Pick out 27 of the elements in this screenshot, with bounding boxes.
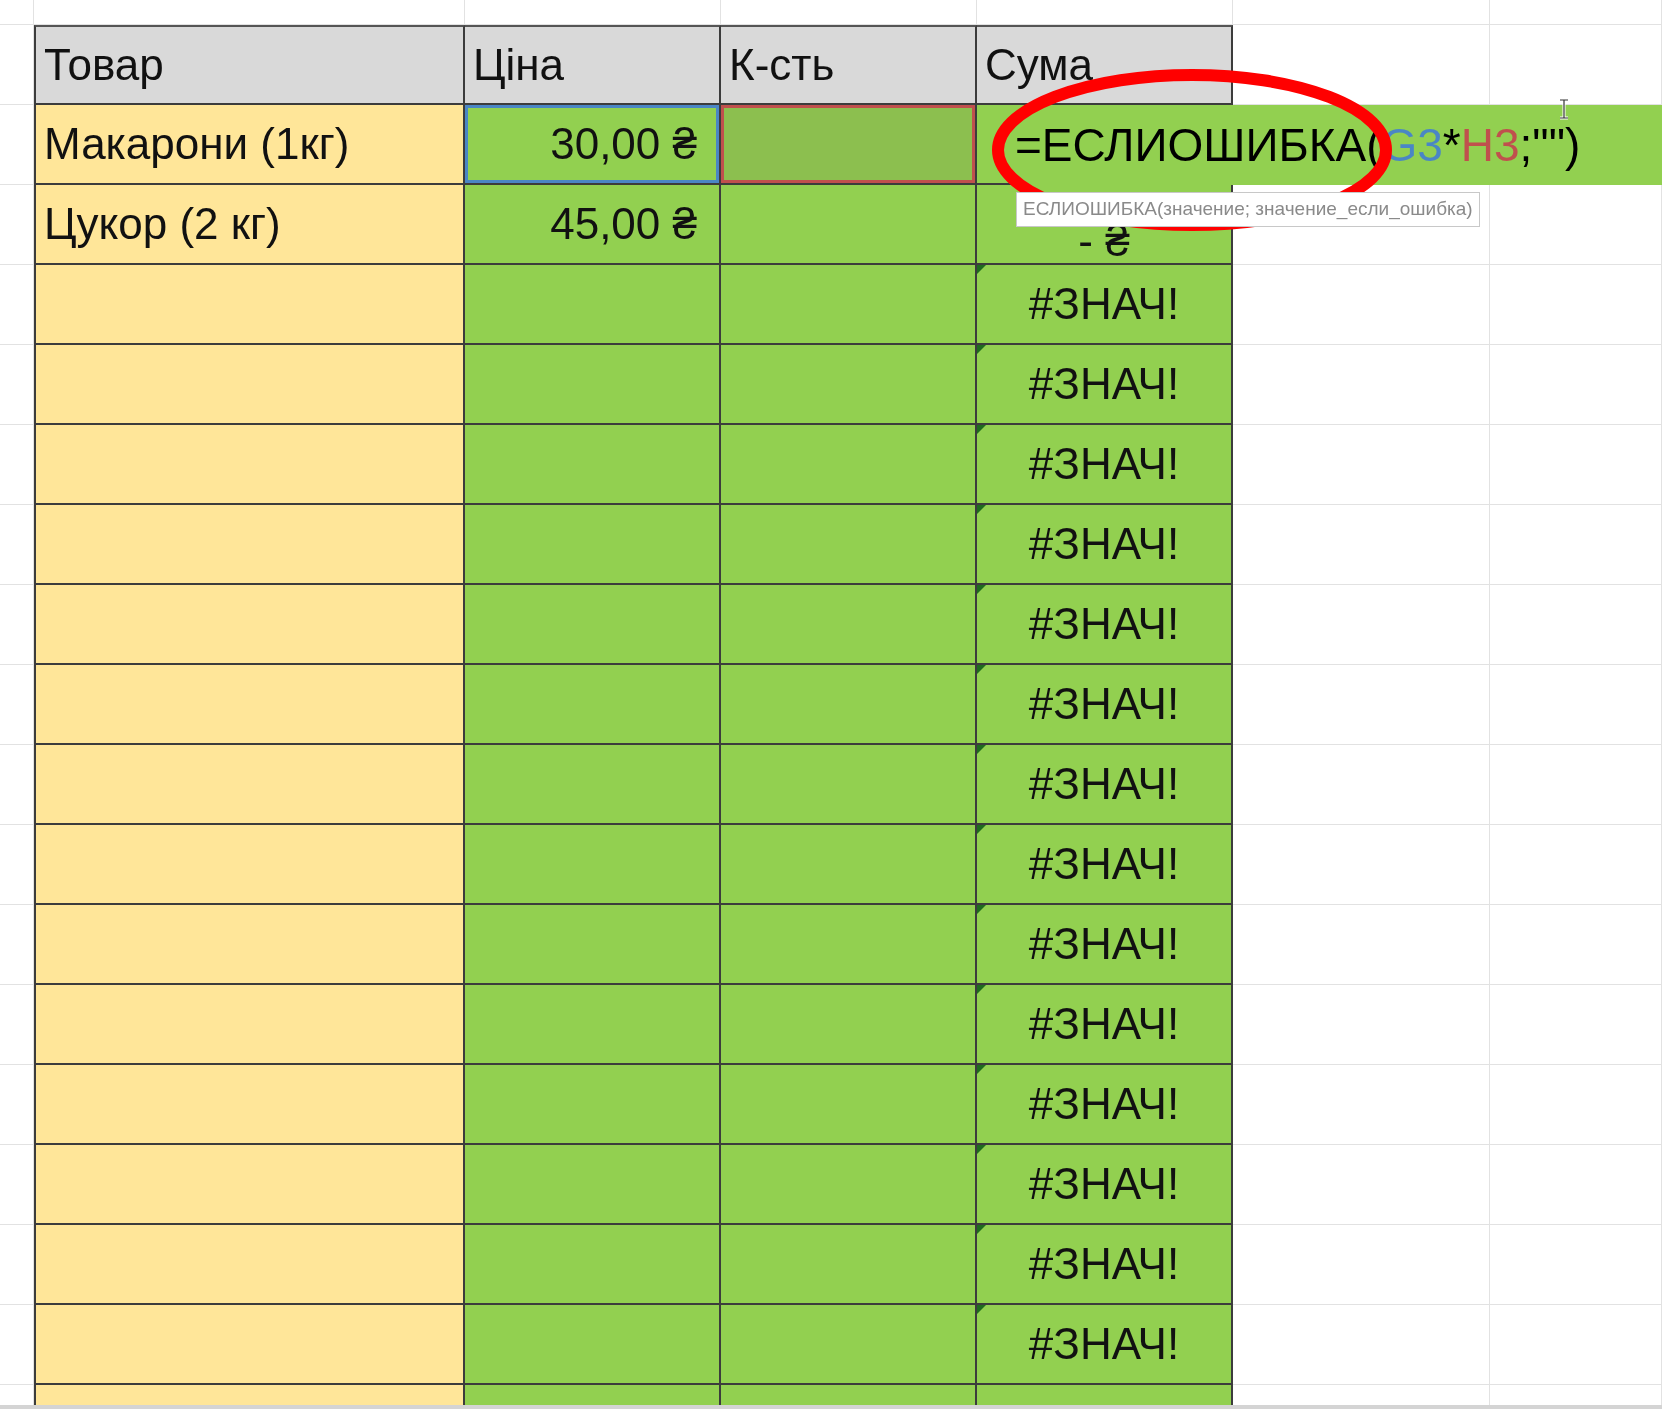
table-cell: #ЗНАЧ!: [977, 665, 1233, 745]
table-cell: #ЗНАЧ!: [977, 1305, 1233, 1385]
table-cell: 30,00 ₴: [465, 105, 721, 185]
table-cell: #ЗНАЧ!: [977, 505, 1233, 585]
formula-part: =ЕСЛИОШИБКА(: [1015, 122, 1382, 168]
table-cell: #ЗНАЧ!: [977, 985, 1233, 1065]
table-cell: #ЗНАЧ!: [977, 265, 1233, 345]
column-header: Товар: [34, 25, 465, 105]
table-cell: #ЗНАЧ!: [977, 1145, 1233, 1225]
table-cell: #ЗНАЧ!: [977, 345, 1233, 425]
table-cell: #ЗНАЧ!: [977, 1065, 1233, 1145]
table-cell: 45,00 ₴: [465, 185, 721, 265]
sheet-cell: [0, 0, 34, 25]
table-cell: #ЗНАЧ!: [977, 825, 1233, 905]
column-header: К-сть: [721, 25, 977, 105]
column-header: Ціна: [465, 25, 721, 105]
formula-part: *: [1442, 122, 1461, 168]
table-cell: #ЗНАЧ!: [977, 905, 1233, 985]
text-cursor-icon: [1558, 98, 1570, 120]
table-cell: #ЗНАЧ!: [977, 1225, 1233, 1305]
formula-part: H3: [1460, 122, 1520, 168]
function-tooltip: ЕСЛИОШИБКА(значение; значение_если_ошибка): [1016, 192, 1480, 227]
table-cell: #ЗНАЧ!: [977, 745, 1233, 825]
table-cell: #ЗНАЧ!: [977, 585, 1233, 665]
table-cell: Цукор (2 кг): [34, 185, 465, 265]
table-cell: Макарони (1кг): [34, 105, 465, 185]
table-cell: #ЗНАЧ!: [977, 425, 1233, 505]
